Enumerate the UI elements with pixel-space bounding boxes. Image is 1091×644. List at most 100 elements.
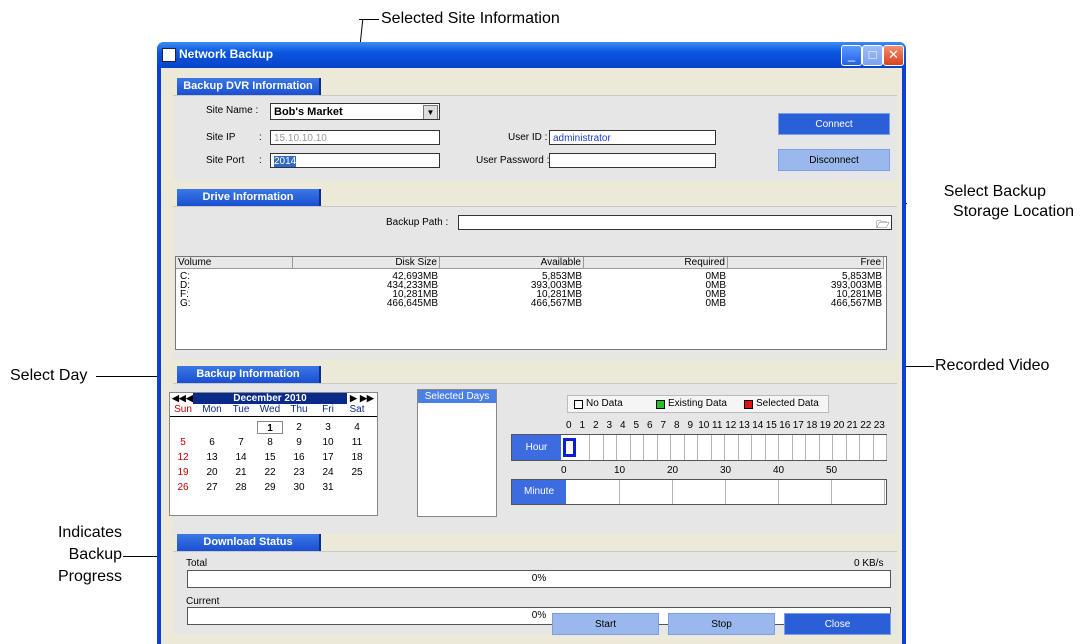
user-id-field[interactable]: administrator	[549, 130, 716, 145]
calendar-day[interactable]: 16	[286, 451, 312, 464]
hour-cell[interactable]	[603, 435, 617, 460]
hour-cell[interactable]	[738, 435, 752, 460]
hour-cell[interactable]	[644, 435, 658, 460]
prev-year-arrow-icon[interactable]: ◀◀	[172, 393, 186, 404]
calendar-day[interactable]: 26	[170, 481, 196, 494]
calendar-day[interactable]: 25	[344, 466, 370, 479]
close-button[interactable]: Close	[784, 613, 891, 635]
hour-cell[interactable]	[590, 435, 604, 460]
next-month-arrow-icon[interactable]: ▶	[350, 393, 357, 404]
user-password-label: User Password :	[476, 155, 550, 166]
hour-cell[interactable]	[711, 435, 725, 460]
hour-tick-label: 13	[738, 420, 750, 431]
backup-path-field[interactable]	[458, 215, 892, 230]
hour-cell[interactable]	[765, 435, 779, 460]
calendar-day[interactable]: 18	[344, 451, 370, 464]
calendar-day[interactable]: 8	[257, 436, 283, 449]
chevron-down-icon[interactable]: ▼	[423, 105, 438, 119]
minute-cell[interactable]	[779, 480, 832, 504]
calendar-day[interactable]: 22	[257, 466, 283, 479]
calendar-day[interactable]: 4	[344, 421, 370, 434]
column-header-volume[interactable]: Volume	[176, 257, 293, 269]
hour-timeline[interactable]: Hour	[511, 434, 887, 461]
hour-cell[interactable]	[806, 435, 820, 460]
calendar-day[interactable]: 10	[315, 436, 341, 449]
column-header-free[interactable]: Free	[728, 257, 884, 269]
selected-days-list[interactable]	[419, 404, 493, 514]
start-button[interactable]: Start	[552, 613, 659, 635]
hour-cell[interactable]	[671, 435, 685, 460]
calendar-day[interactable]: 9	[286, 436, 312, 449]
calendar-day[interactable]: 28	[228, 481, 254, 494]
stop-button[interactable]: Stop	[668, 613, 775, 635]
drive-cell: C:	[180, 271, 190, 282]
calendar-weekday: Fri	[322, 404, 334, 415]
calendar-day[interactable]: 3	[315, 421, 341, 434]
close-window-button[interactable]: ✕	[883, 45, 904, 66]
hour-cell[interactable]	[860, 435, 874, 460]
user-password-field[interactable]	[549, 153, 716, 168]
hour-cell[interactable]	[576, 435, 590, 460]
calendar-day[interactable]: 14	[228, 451, 254, 464]
minute-cell[interactable]	[726, 480, 779, 504]
calendar-day[interactable]: 24	[315, 466, 341, 479]
hour-cell[interactable]	[779, 435, 793, 460]
hour-cell[interactable]	[873, 435, 887, 460]
hour-cell[interactable]	[846, 435, 860, 460]
calendar-day[interactable]: 2	[286, 421, 312, 434]
next-year-arrow-icon[interactable]: ▶▶	[360, 393, 374, 404]
calendar-day[interactable]: 29	[257, 481, 283, 494]
minute-tick-label: 10	[614, 465, 626, 476]
connect-button[interactable]: Connect	[778, 113, 890, 135]
calendar-day[interactable]: 13	[199, 451, 225, 464]
hour-cell[interactable]	[833, 435, 847, 460]
folder-icon[interactable]: 🗁	[876, 216, 890, 235]
backup-path-label: Backup Path :	[386, 217, 449, 228]
prev-month-arrow-icon[interactable]: ◀	[186, 393, 193, 404]
minute-timeline[interactable]: Minute	[511, 479, 887, 505]
calendar-day[interactable]: 19	[170, 466, 196, 479]
hour-cell[interactable]	[752, 435, 766, 460]
callout-recorded-video: Recorded Video	[935, 357, 1050, 374]
hour-cell[interactable]	[698, 435, 712, 460]
calendar-day[interactable]: 15	[257, 451, 283, 464]
calendar-day[interactable]: 17	[315, 451, 341, 464]
calendar-day[interactable]: 23	[286, 466, 312, 479]
hour-cell[interactable]	[563, 438, 576, 457]
minute-cell[interactable]	[567, 480, 620, 504]
hour-cell[interactable]	[725, 435, 739, 460]
disconnect-button[interactable]: Disconnect	[778, 149, 890, 171]
hour-cell[interactable]	[617, 435, 631, 460]
calendar-day[interactable]: 7	[228, 436, 254, 449]
column-header-required[interactable]: Required	[584, 257, 728, 269]
minute-cell[interactable]	[620, 480, 673, 504]
calendar-day[interactable]: 1	[257, 421, 283, 434]
calendar-day[interactable]: 6	[199, 436, 225, 449]
calendar-day[interactable]: 5	[170, 436, 196, 449]
calendar-day[interactable]: 30	[286, 481, 312, 494]
minimize-button[interactable]: _	[841, 45, 862, 66]
calendar-day[interactable]: 31	[315, 481, 341, 494]
calendar-day[interactable]: 20	[199, 466, 225, 479]
minute-cell[interactable]	[832, 480, 885, 504]
hour-cell[interactable]	[819, 435, 833, 460]
calendar-day[interactable]: 27	[199, 481, 225, 494]
site-name-select[interactable]: Bob's Market ▼	[270, 103, 440, 120]
title-bar[interactable]: Network Backup _ □ ✕	[157, 42, 906, 68]
column-header-available[interactable]: Available	[440, 257, 584, 269]
hour-cell[interactable]	[792, 435, 806, 460]
minute-cell[interactable]	[673, 480, 726, 504]
site-port-field[interactable]: 2014	[270, 153, 440, 168]
hour-tick-label: 11	[712, 420, 723, 431]
calendar-day[interactable]: 11	[344, 436, 370, 449]
site-ip-field[interactable]: 15.10.10.10	[270, 130, 440, 145]
calendar-day[interactable]: 21	[228, 466, 254, 479]
hour-tick-label: 0	[565, 420, 572, 431]
hour-cell[interactable]	[630, 435, 644, 460]
hour-cell[interactable]	[684, 435, 698, 460]
column-header-disk-size[interactable]: Disk Size	[293, 257, 440, 269]
window-client: Backup DVR Information Site Name : Bob's…	[161, 68, 902, 644]
calendar-day[interactable]: 12	[170, 451, 196, 464]
hour-cell[interactable]	[657, 435, 671, 460]
maximize-button[interactable]: □	[862, 45, 883, 66]
